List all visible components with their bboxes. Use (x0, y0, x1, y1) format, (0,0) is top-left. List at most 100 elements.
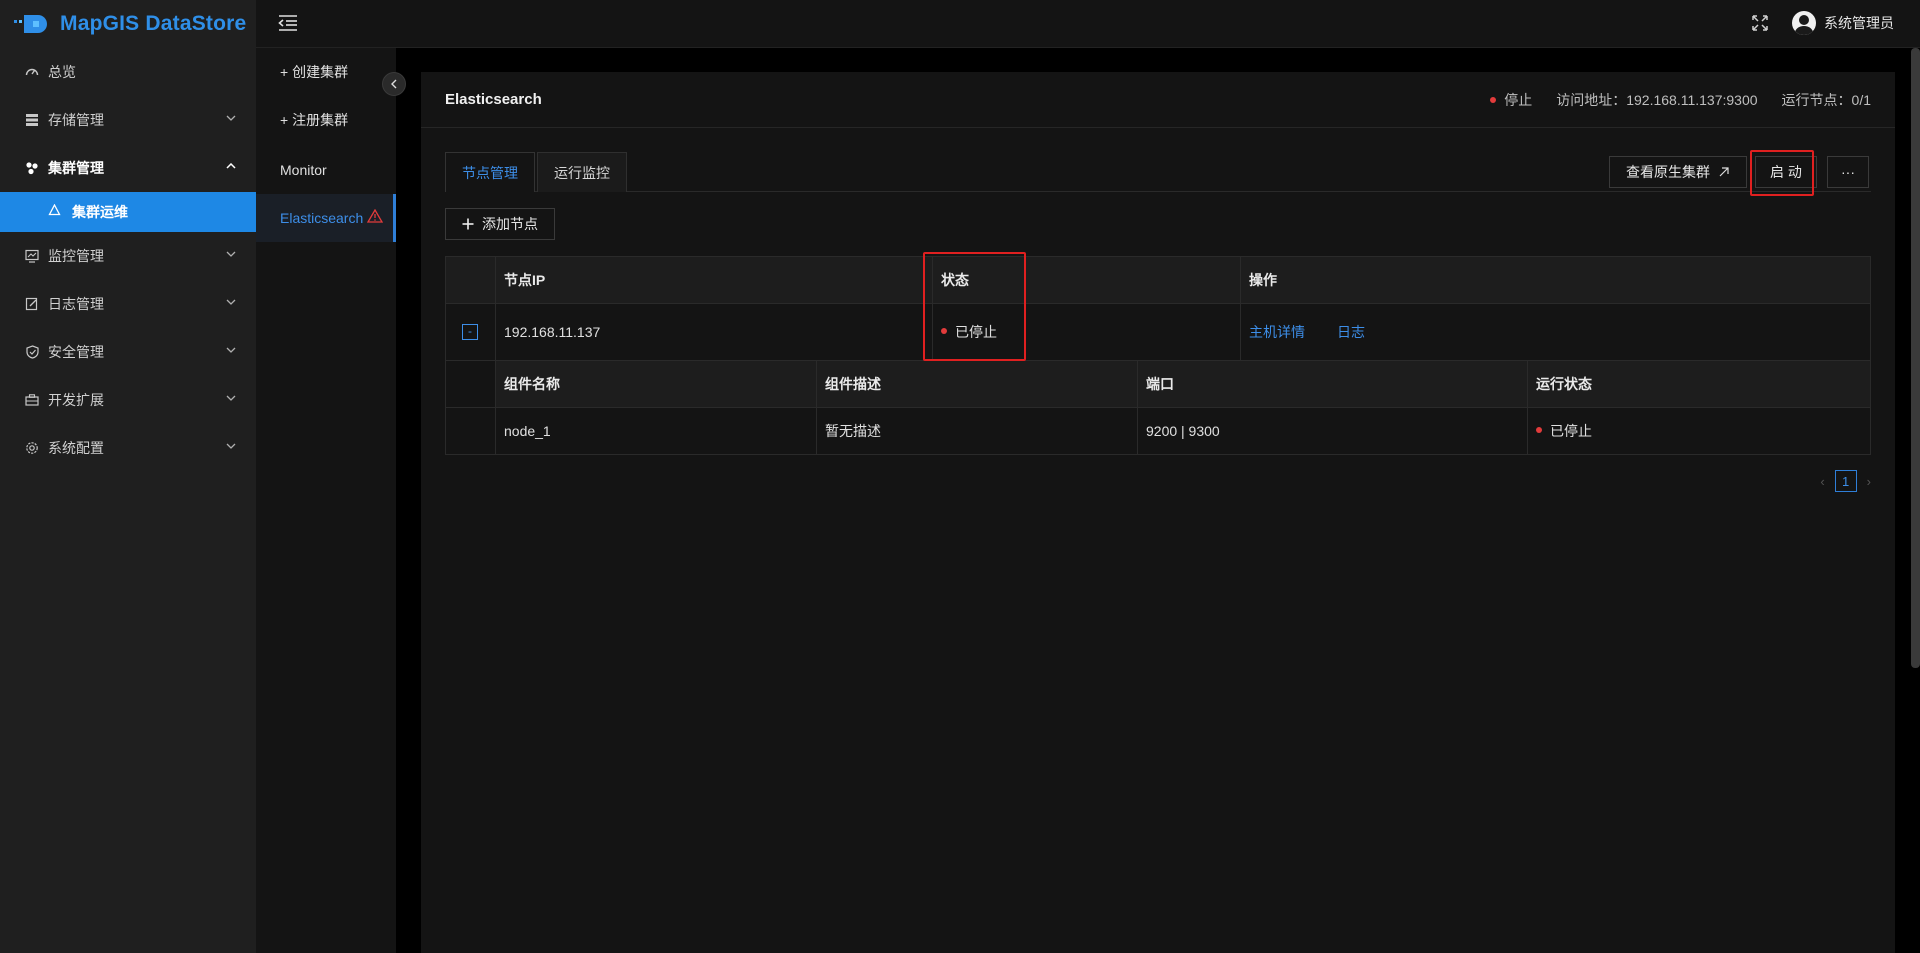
component-name: node_1 (496, 408, 817, 454)
nav-label: 集群管理 (48, 160, 104, 176)
nav-subitem-cluster-ops[interactable]: 集群运维 (0, 192, 256, 232)
page-1-button[interactable]: 1 (1834, 470, 1857, 492)
chevron-up-icon (226, 161, 236, 172)
top-header: 系统管理员 (256, 0, 1920, 48)
recycle-icon (48, 203, 64, 220)
chevron-down-icon (226, 297, 236, 308)
nav-item-monitor[interactable]: 监控管理 (0, 232, 256, 280)
cluster-item-elasticsearch[interactable]: Elasticsearch (256, 194, 396, 242)
node-status: 已停止 (933, 304, 1241, 360)
create-cluster-item[interactable]: + 创建集群 (256, 48, 396, 96)
user-name: 系统管理员 (1824, 15, 1894, 31)
nav-label: 系统配置 (48, 440, 104, 456)
column-header: 组件名称 (496, 361, 817, 407)
cluster-status: 停止 (1490, 90, 1532, 110)
page-title: Elasticsearch (445, 91, 542, 108)
table-row: - 192.168.11.137 已停止 主机详情 日志 (446, 304, 1870, 361)
component-header-row: 组件名称 组件描述 端口 运行状态 (446, 361, 1870, 408)
sidebar: MapGIS DataStore 总览 存储管理 集群管理 集群运维 监控管理 … (0, 0, 256, 953)
column-header: 操作 (1241, 257, 1870, 303)
column-header: 运行状态 (1528, 361, 1870, 407)
host-details-link[interactable]: 主机详情 (1249, 322, 1305, 342)
register-cluster-label: + 注册集群 (280, 112, 349, 128)
component-row: node_1 暂无描述 9200 | 9300 已停止 (446, 408, 1870, 454)
storage-icon (24, 112, 40, 128)
main-nav: 总览 存储管理 集群管理 集群运维 监控管理 日志管理 安全管理 开发扩展 系统… (0, 48, 256, 472)
shield-icon (24, 344, 40, 360)
view-native-cluster-label: 查看原生集群 (1626, 164, 1710, 180)
cluster-icon (24, 160, 40, 176)
nav-item-cluster[interactable]: 集群管理 (0, 144, 256, 192)
page-scrollbar[interactable] (1911, 48, 1920, 668)
nav-item-log[interactable]: 日志管理 (0, 280, 256, 328)
warning-icon (367, 209, 383, 223)
column-header: 状态 (933, 257, 1241, 303)
register-cluster-item[interactable]: + 注册集群 (256, 96, 396, 144)
collapse-row-icon[interactable]: - (462, 324, 478, 340)
chevron-down-icon (226, 345, 236, 356)
nav-label: 存储管理 (48, 112, 104, 128)
log-icon (24, 296, 40, 312)
node-actions: 主机详情 日志 (1241, 304, 1870, 360)
nav-label: 安全管理 (48, 344, 104, 360)
cluster-detail-card: Elasticsearch 停止 访问地址：192.168.11.137:930… (421, 72, 1895, 953)
nav-sub-label: 集群运维 (72, 204, 128, 220)
pagination: ‹ 1 › (1820, 470, 1871, 492)
column-header: 组件描述 (817, 361, 1138, 407)
cluster-label: Elasticsearch (280, 210, 364, 226)
card-header: Elasticsearch 停止 访问地址：192.168.11.137:930… (421, 72, 1895, 128)
nav-label: 总览 (48, 64, 76, 80)
nav-item-extension[interactable]: 开发扩展 (0, 376, 256, 424)
extension-icon (24, 392, 40, 408)
chevron-down-icon (226, 113, 236, 124)
chevron-down-icon (226, 441, 236, 452)
table-header-row: 节点IP 状态 操作 (446, 257, 1870, 304)
start-button[interactable]: 启 动 (1755, 156, 1817, 188)
nav-item-security[interactable]: 安全管理 (0, 328, 256, 376)
node-status-text: 已停止 (955, 324, 997, 340)
add-node-button[interactable]: 添加节点 (445, 208, 555, 240)
external-link-icon (1719, 167, 1729, 177)
cluster-status-text: 停止 (1504, 92, 1533, 108)
nav-item-overview[interactable]: 总览 (0, 48, 256, 96)
tab-label: 节点管理 (462, 164, 518, 181)
nav-item-storage[interactable]: 存储管理 (0, 96, 256, 144)
expand-cell: - (446, 304, 496, 360)
more-button[interactable]: ··· (1827, 156, 1869, 188)
component-desc: 暂无描述 (817, 408, 1138, 454)
app-logo[interactable]: MapGIS DataStore (0, 0, 256, 48)
tab-node-management[interactable]: 节点管理 (445, 152, 535, 192)
node-table: 节点IP 状态 操作 - 192.168.11.137 已停止 主机详情 日志 … (445, 256, 1871, 455)
tab-runtime-monitor[interactable]: 运行监控 (537, 152, 627, 192)
more-icon: ··· (1841, 164, 1855, 180)
collapse-panel-button[interactable] (382, 72, 406, 96)
log-link[interactable]: 日志 (1337, 322, 1365, 342)
logo-text: MapGIS DataStore (60, 12, 247, 35)
nav-label: 日志管理 (48, 296, 104, 312)
avatar (1792, 11, 1816, 35)
column-header: 端口 (1138, 361, 1528, 407)
expand-column-header (446, 257, 496, 303)
cluster-meta: 停止 访问地址：192.168.11.137:9300 运行节点：0/1 (1490, 72, 1871, 128)
chevron-down-icon (226, 393, 236, 404)
status-dot (1490, 97, 1497, 104)
view-native-cluster-button[interactable]: 查看原生集群 (1609, 156, 1747, 188)
prev-page-icon[interactable]: ‹ (1820, 474, 1824, 489)
menu-fold-icon[interactable] (278, 14, 298, 32)
component-port: 9200 | 9300 (1138, 408, 1528, 454)
user-menu[interactable]: 系统管理员 (1792, 11, 1894, 35)
status-dot (1536, 427, 1542, 433)
nav-item-system-config[interactable]: 系统配置 (0, 424, 256, 472)
component-status: 已停止 (1528, 408, 1870, 454)
add-node-label: 添加节点 (482, 216, 538, 232)
cluster-item-monitor[interactable]: Monitor (256, 146, 396, 194)
tab-label: 运行监控 (554, 164, 610, 181)
next-page-icon[interactable]: › (1867, 474, 1871, 489)
nav-label: 开发扩展 (48, 392, 104, 408)
component-status-text: 已停止 (1550, 423, 1592, 439)
fullscreen-icon[interactable] (1751, 14, 1769, 32)
nav-label: 监控管理 (48, 248, 104, 264)
start-button-label: 启 动 (1770, 164, 1802, 180)
monitor-icon (24, 248, 40, 264)
cluster-label: Monitor (280, 162, 327, 178)
